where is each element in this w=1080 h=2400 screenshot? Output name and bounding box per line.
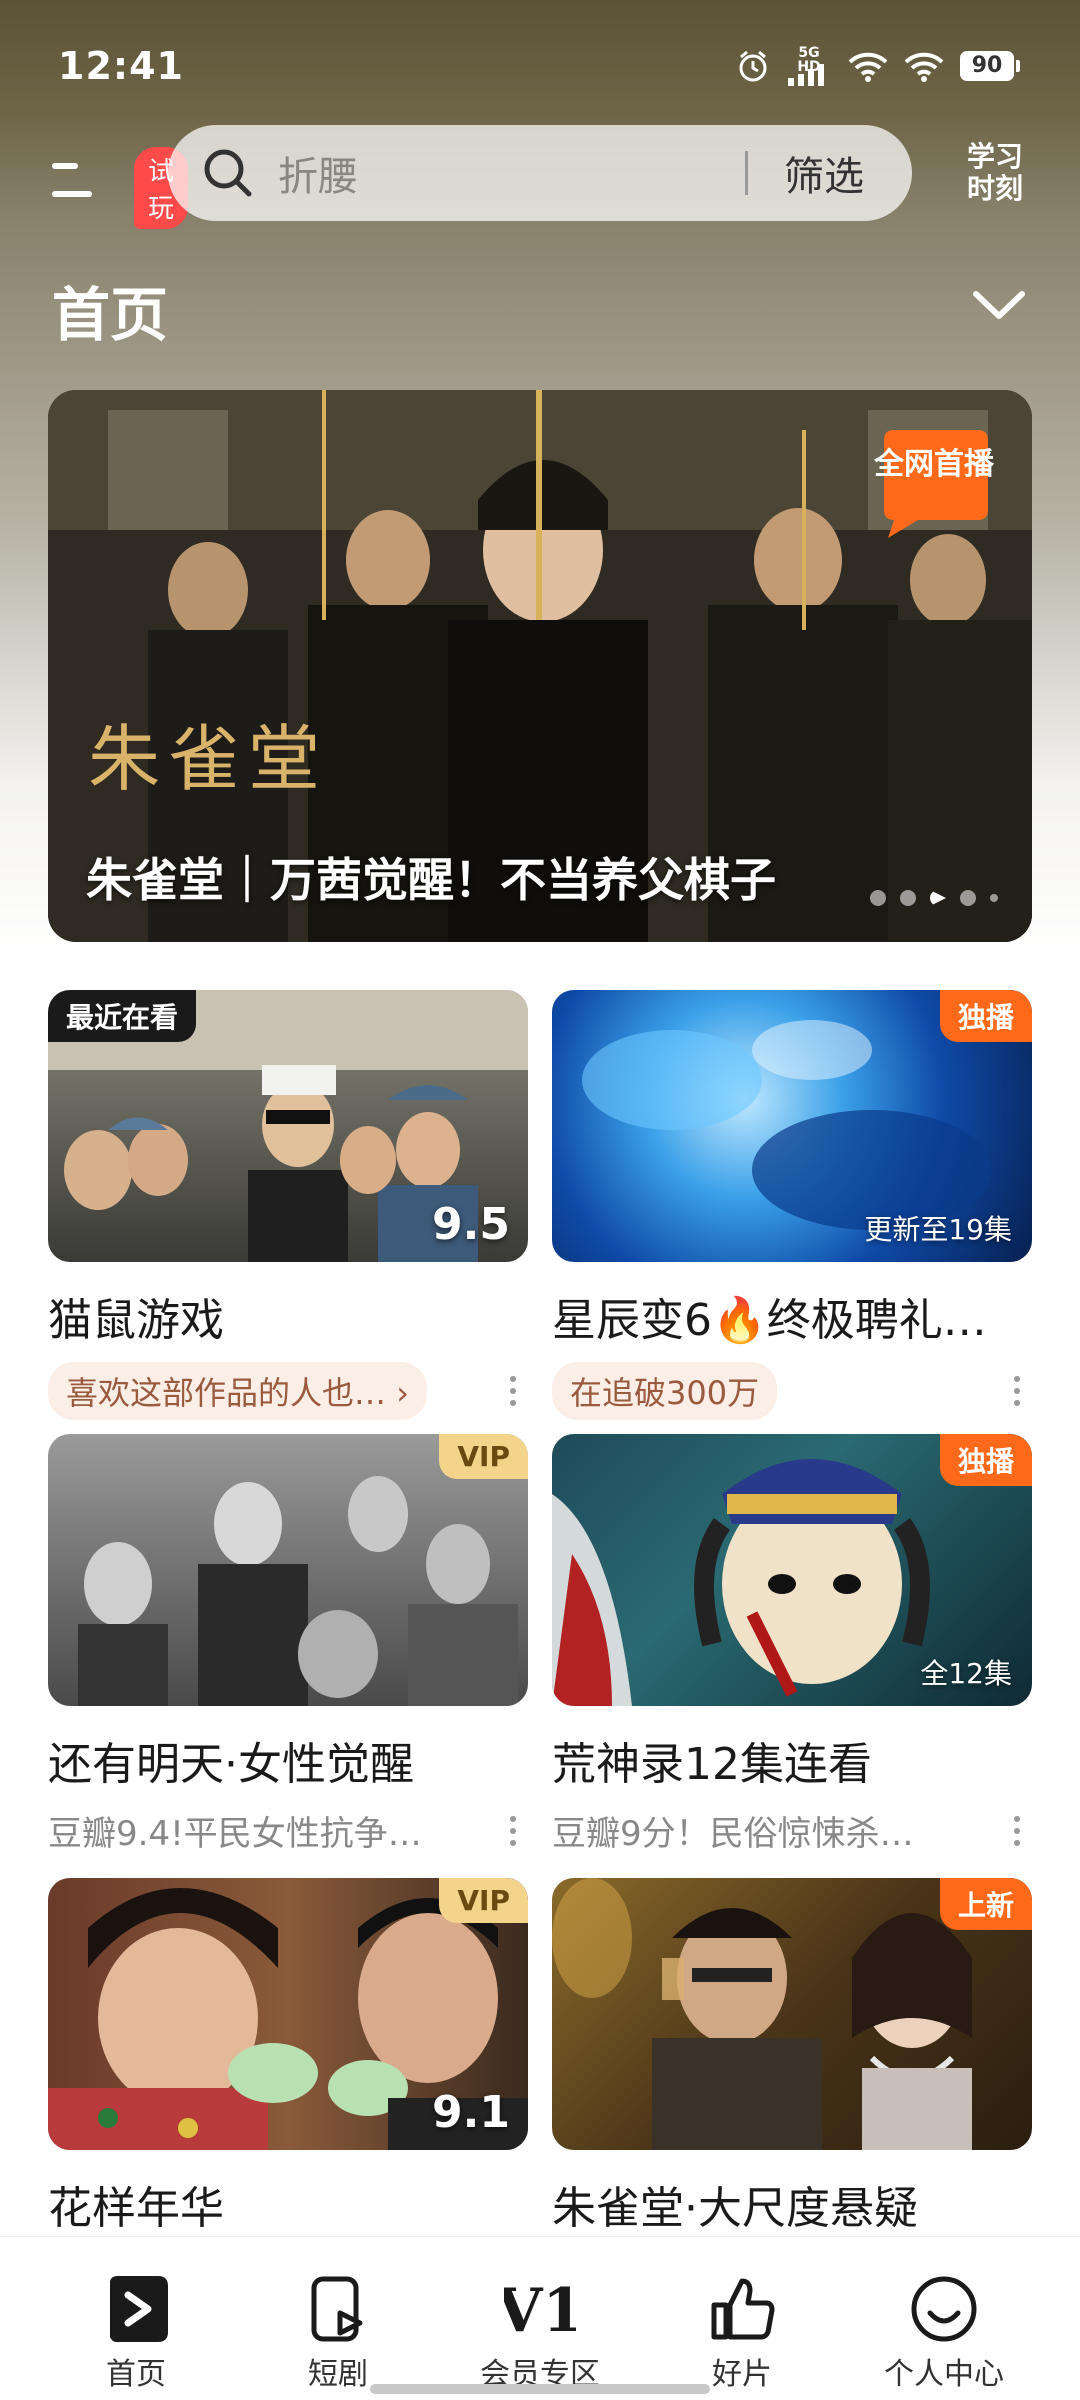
card-title[interactable]: 星辰变6🔥终极聘礼…: [552, 1284, 1022, 1348]
wifi-icon: [904, 52, 944, 82]
first-broadcast-badge: 全网首播: [874, 430, 994, 538]
search-icon: [204, 149, 252, 197]
chevron-down-icon[interactable]: [972, 288, 1026, 322]
search-bar[interactable]: 折腰 筛选: [168, 125, 912, 221]
alarm-icon: [739, 50, 767, 82]
carousel-dot[interactable]: [960, 890, 976, 906]
status-bar: 12:41 5G HD 90: [0, 0, 1080, 130]
card-description: 豆瓣9分！民俗惊悚杀…: [552, 1814, 914, 1854]
card-subline: 豆瓣9.4!平民女性抗争…: [48, 1806, 528, 1855]
play-circle-icon: [110, 2275, 168, 2343]
home-indicator[interactable]: [370, 2384, 710, 2394]
bottom-tab-bar: 首页 短剧 V1 会员专区 好片 个人中心: [0, 2236, 1080, 2400]
tab-label: 首页: [106, 2357, 166, 2392]
page-title: 首页: [52, 281, 169, 349]
card-title[interactable]: 荒神录12集连看: [552, 1728, 1022, 1792]
status-time: 12:41: [58, 44, 184, 88]
card-thumbnail[interactable]: 最近在看 9.5: [48, 990, 528, 1262]
card-tag: 独播: [939, 1434, 1032, 1486]
tab-home[interactable]: 首页: [28, 2237, 244, 2400]
battery-icon: 90: [960, 51, 1020, 81]
carousel-dot-active[interactable]: [930, 890, 946, 906]
card-description: 豆瓣9.4!平民女性抗争…: [48, 1814, 422, 1854]
badge-text: 全网首播: [874, 447, 994, 482]
chevron-right-icon: ›: [396, 1374, 409, 1412]
learn-moment-button[interactable]: 学习时刻: [962, 141, 1028, 211]
svg-text:V1: V1: [504, 2276, 576, 2345]
more-options-icon[interactable]: [498, 1815, 528, 1846]
vip-v1-icon: V1: [504, 2276, 576, 2345]
card-tag: 独播: [939, 990, 1032, 1042]
card-thumbnail[interactable]: 上新: [552, 1878, 1032, 2150]
filter-button[interactable]: 筛选: [784, 144, 864, 202]
tab-profile[interactable]: 个人中心: [836, 2237, 1052, 2400]
hero-banner[interactable]: 朱雀堂 全网首播 朱雀堂｜万茜觉醒！不当养父棋子: [48, 390, 1032, 942]
video-card[interactable]: 独播 更新至19集 星辰变6🔥终极聘礼… 在追破300万: [552, 990, 1032, 1420]
pill-text: 喜欢这部作品的人也…: [66, 1374, 387, 1412]
video-card[interactable]: VIP 9.1 花样年华: [48, 1878, 528, 2236]
card-title[interactable]: 花样年华: [48, 2172, 518, 2236]
menu-button[interactable]: 试玩: [52, 147, 189, 229]
thumbs-up-icon: [711, 2278, 775, 2340]
card-score: 9.5: [432, 1199, 510, 1250]
card-recommend-pill[interactable]: 喜欢这部作品的人也… ›: [48, 1362, 427, 1420]
status-icons: 5G HD 90: [736, 44, 1020, 88]
tab-label: 个人中心: [884, 2357, 1004, 2392]
more-options-icon[interactable]: [1002, 1815, 1032, 1846]
card-episodes: 更新至19集: [864, 1213, 1012, 1246]
video-card[interactable]: VIP 还有明天·女性觉醒 豆瓣9.4!平民女性抗争…: [48, 1434, 528, 1855]
signal-icon: 5G HD: [786, 46, 832, 86]
card-subline: 豆瓣9分！民俗惊悚杀…: [552, 1806, 1032, 1855]
card-thumbnail[interactable]: VIP 9.1: [48, 1878, 528, 2150]
banner-caption: 朱雀堂｜万茜觉醒！不当养父棋子: [86, 853, 776, 907]
card-title[interactable]: 猫鼠游戏: [48, 1284, 518, 1348]
vip-tag: VIP: [439, 1434, 528, 1479]
video-card[interactable]: 独播 全12集 荒神录12集连看 豆瓣9分！民俗惊悚杀…: [552, 1434, 1032, 1855]
battery-level: 90: [960, 51, 1014, 81]
card-stat-pill: 在追破300万: [552, 1362, 778, 1420]
video-card[interactable]: 上新 朱雀堂·大尺度悬疑: [552, 1878, 1032, 2236]
card-thumbnail[interactable]: 独播 更新至19集: [552, 990, 1032, 1262]
tab-vip[interactable]: V1 会员专区: [432, 2237, 648, 2400]
card-title[interactable]: 朱雀堂·大尺度悬疑: [552, 2172, 1022, 2236]
carousel-dot[interactable]: [900, 890, 916, 906]
tab-good-films[interactable]: 好片: [634, 2237, 850, 2400]
search-divider: [745, 151, 748, 195]
carousel-dot[interactable]: [990, 894, 998, 902]
card-title[interactable]: 还有明天·女性觉醒: [48, 1728, 518, 1792]
more-options-icon[interactable]: [1002, 1376, 1032, 1406]
top-header: 试玩 折腰 筛选 学习时刻: [0, 125, 1080, 229]
wifi-icon: [848, 52, 888, 82]
smiley-icon: [911, 2276, 977, 2342]
card-tag: 上新: [939, 1878, 1032, 1930]
tab-short-drama[interactable]: 短剧: [230, 2237, 446, 2400]
card-subline: 喜欢这部作品的人也… ›: [48, 1362, 528, 1420]
card-thumbnail[interactable]: 独播 全12集: [552, 1434, 1032, 1706]
search-input[interactable]: 折腰: [278, 144, 745, 202]
card-thumbnail[interactable]: VIP: [48, 1434, 528, 1706]
vip-tag: VIP: [439, 1878, 528, 1923]
card-score: 9.1: [432, 2087, 510, 2138]
more-options-icon[interactable]: [498, 1376, 528, 1406]
card-tag: 最近在看: [48, 990, 197, 1042]
short-video-icon: [311, 2276, 363, 2342]
card-episodes: 全12集: [920, 1657, 1012, 1690]
card-subline: 在追破300万: [552, 1362, 1032, 1420]
carousel-dot[interactable]: [870, 890, 886, 906]
video-card[interactable]: 最近在看 9.5 猫鼠游戏 喜欢这部作品的人也… ›: [48, 990, 528, 1420]
banner-logo: 朱雀堂: [88, 717, 329, 801]
carousel-dots: [870, 890, 998, 906]
